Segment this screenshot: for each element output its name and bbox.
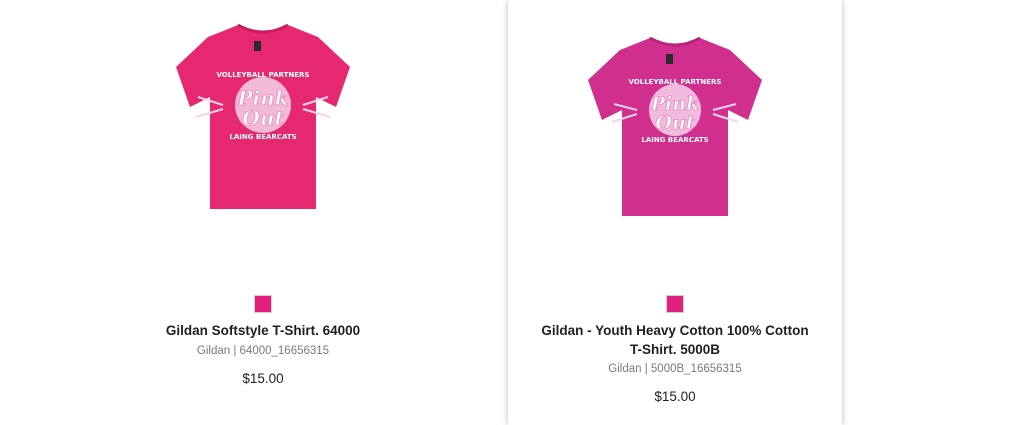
product-sku: Gildan | 64000_16656315 bbox=[196, 345, 330, 357]
product-card[interactable]: VOLLEYBALL PARTNERS Pink Out LAING BEARC… bbox=[508, 0, 842, 425]
tshirt-image: VOLLEYBALL PARTNERS Pink Out LAING BEARC… bbox=[588, 36, 762, 216]
svg-text:Out: Out bbox=[655, 112, 694, 134]
color-swatch[interactable] bbox=[666, 295, 684, 313]
product-title[interactable]: Gildan Softstyle T-Shirt. 64000 bbox=[116, 321, 410, 340]
svg-text:VOLLEYBALL PARTNERS: VOLLEYBALL PARTNERS bbox=[217, 71, 310, 79]
product-card[interactable]: VOLLEYBALL PARTNERS Pink Out LAING BEARC… bbox=[96, 0, 430, 425]
tshirt-image: VOLLEYBALL PARTNERS Pink Out LAING BEARC… bbox=[176, 23, 350, 209]
svg-text:LAING BEARCATS: LAING BEARCATS bbox=[229, 133, 296, 141]
svg-text:LAING BEARCATS: LAING BEARCATS bbox=[641, 136, 708, 144]
product-price: $15.00 bbox=[242, 371, 284, 386]
color-swatch[interactable] bbox=[254, 295, 272, 313]
product-title[interactable]: Gildan - Youth Heavy Cotton 100% Cotton … bbox=[538, 321, 812, 359]
svg-text:Out: Out bbox=[242, 106, 284, 130]
product-image[interactable]: VOLLEYBALL PARTNERS Pink Out LAING BEARC… bbox=[168, 17, 358, 217]
product-sku: Gildan | 5000B_16656315 bbox=[608, 363, 742, 375]
product-image[interactable]: VOLLEYBALL PARTNERS Pink Out LAING BEARC… bbox=[580, 30, 770, 230]
product-price: $15.00 bbox=[654, 389, 696, 404]
product-grid: VOLLEYBALL PARTNERS Pink Out LAING BEARC… bbox=[0, 0, 1024, 425]
svg-text:VOLLEYBALL PARTNERS: VOLLEYBALL PARTNERS bbox=[629, 78, 722, 86]
